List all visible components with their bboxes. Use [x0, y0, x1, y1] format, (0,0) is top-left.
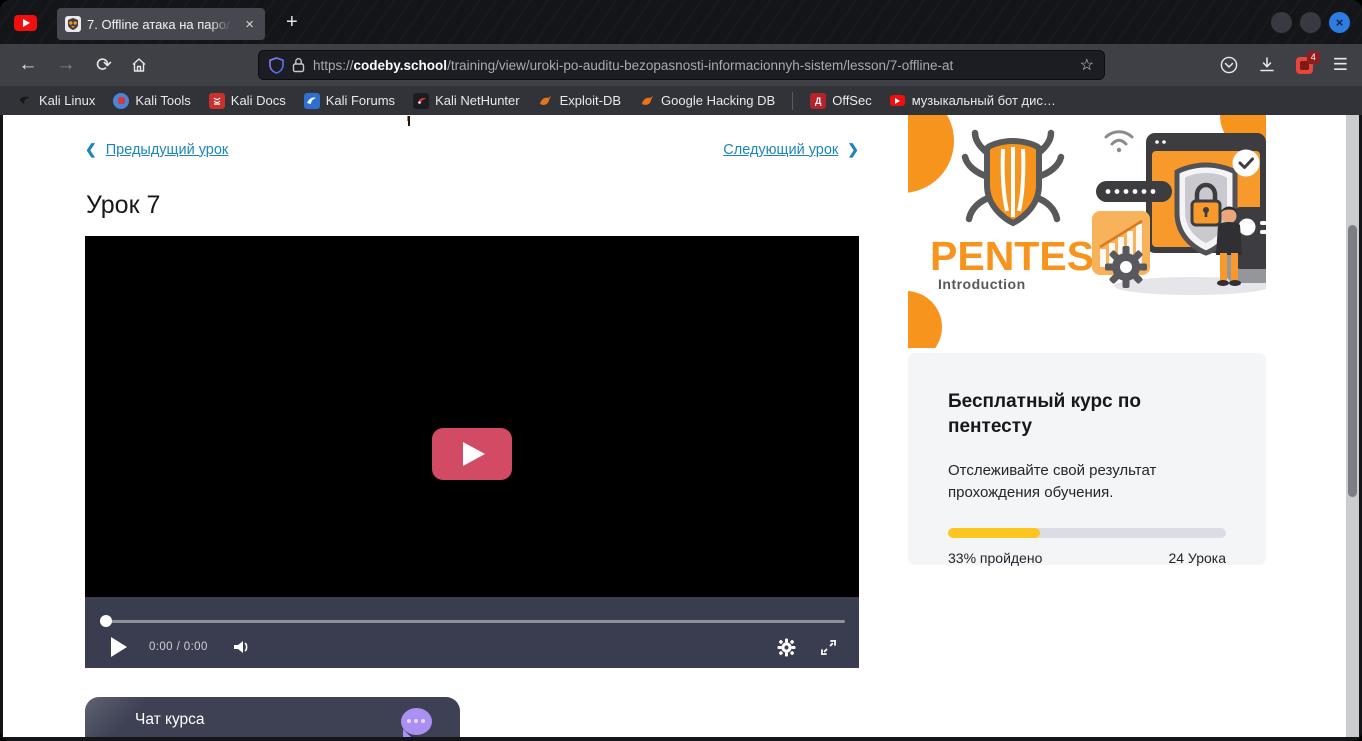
seek-bar[interactable]	[100, 620, 845, 623]
kali-docs-icon	[209, 93, 225, 109]
spider-shield-logo	[965, 133, 1061, 223]
tracking-protection-shield-icon[interactable]	[269, 57, 284, 74]
menu-hamburger-icon[interactable]: ☰	[1333, 55, 1348, 75]
progress-fill	[948, 528, 1040, 538]
bookmark-kali-forums[interactable]: Kali Forums	[297, 90, 402, 112]
settings-gear-icon[interactable]	[777, 638, 796, 657]
time-display: 0:00 / 0:00	[149, 641, 208, 653]
bookmark-kali-linux[interactable]: Kali Linux	[10, 90, 102, 112]
prev-lesson-link[interactable]: ❮ Предыдущий урок	[85, 141, 228, 158]
close-button[interactable]: ×	[1329, 12, 1350, 33]
course-card-description: Отслеживайте свой результат прохождения …	[948, 460, 1226, 504]
course-progress-card: Бесплатный курс по пентесту Отслеживайте…	[908, 353, 1266, 565]
scrollbar-thumb[interactable]	[1348, 225, 1357, 497]
svg-text:Introduction: Introduction	[938, 276, 1026, 292]
security-illustration	[1092, 132, 1266, 295]
browser-window: 7. Offline атака на пароли × + × ← → ⟳	[0, 0, 1362, 741]
kali-forums-icon	[304, 93, 320, 109]
kali-tools-icon	[113, 93, 129, 109]
fullscreen-icon[interactable]	[820, 639, 837, 656]
youtube-icon	[890, 93, 906, 109]
bookmark-exploit-db[interactable]: Exploit-DB	[531, 90, 628, 112]
codeby-favicon	[65, 16, 81, 32]
pocket-icon[interactable]	[1220, 56, 1238, 74]
tab-title: 7. Offline атака на пароли	[87, 17, 236, 32]
bookmark-google-hacking-db[interactable]: Google Hacking DB	[632, 90, 782, 112]
pentest-banner: PENTEST Introduction	[908, 115, 1266, 348]
video-player[interactable]	[85, 236, 859, 597]
bookmarks-bar: Kali Linux Kali Tools Kali Docs Kali For…	[0, 86, 1362, 115]
clipped-text-fragment	[408, 116, 410, 126]
home-button[interactable]	[130, 56, 154, 74]
exploit-db-icon	[538, 93, 554, 109]
bookmark-kali-tools[interactable]: Kali Tools	[106, 90, 197, 112]
reload-button[interactable]: ⟳	[92, 54, 116, 77]
bookmarks-separator	[792, 92, 793, 110]
page-content: ❮ Предыдущий урок Следующий урок ❯ Урок …	[3, 115, 1346, 737]
big-play-button[interactable]	[432, 428, 512, 480]
kali-nethunter-icon	[413, 93, 429, 109]
google-hacking-db-icon	[639, 93, 655, 109]
tab-close-icon[interactable]: ×	[242, 16, 257, 33]
page-scrollbar[interactable]	[1346, 115, 1359, 737]
minimize-button[interactable]	[1271, 12, 1292, 33]
bookmark-kali-nethunter[interactable]: Kali NetHunter	[406, 90, 527, 112]
play-button[interactable]	[111, 637, 127, 657]
chevron-right-icon: ❯	[847, 141, 859, 158]
forward-button[interactable]: →	[54, 54, 78, 76]
page-title: Урок 7	[86, 191, 160, 220]
maximize-button[interactable]	[1300, 12, 1321, 33]
chevron-left-icon: ❮	[85, 141, 97, 158]
chat-title: Чат курса	[135, 711, 205, 729]
bookmark-kali-docs[interactable]: Kali Docs	[202, 90, 293, 112]
svg-text:PENTEST: PENTEST	[930, 233, 1119, 279]
next-lesson-link[interactable]: Следующий урок ❯	[723, 141, 859, 158]
progress-bar	[948, 528, 1226, 538]
lesson-navigation: ❮ Предыдущий урок Следующий урок ❯	[85, 141, 859, 158]
offsec-icon: Д	[810, 93, 826, 109]
url-text[interactable]: https://codeby.school/training/view/urok…	[313, 58, 1072, 73]
downloads-icon[interactable]	[1258, 56, 1276, 74]
active-tab[interactable]: 7. Offline атака на пароли ×	[57, 8, 265, 40]
bookmark-music-bot[interactable]: музыкальный бот дис…	[883, 90, 1063, 112]
bookmark-offsec[interactable]: Д OffSec	[803, 90, 879, 112]
sidebar: PENTEST Introduction	[908, 115, 1266, 348]
progress-percent-label: 33% пройдено	[948, 550, 1042, 566]
new-tab-button[interactable]: +	[286, 11, 298, 34]
extension-badge: 4	[1307, 51, 1320, 64]
lessons-count-label: 24 Урока	[1168, 550, 1226, 566]
youtube-pinned-tab-icon[interactable]	[14, 15, 37, 31]
window-controls: ×	[1271, 12, 1350, 33]
url-bar[interactable]: https://codeby.school/training/view/urok…	[258, 50, 1105, 80]
kali-linux-icon	[17, 93, 33, 109]
chat-bubble-icon[interactable]	[401, 708, 432, 735]
seek-thumb[interactable]	[100, 615, 112, 627]
volume-icon[interactable]	[232, 638, 252, 656]
course-chat-widget[interactable]: Чат курса	[85, 697, 460, 737]
titlebar: 7. Offline атака на пароли × + ×	[0, 0, 1362, 44]
navigation-toolbar: ← → ⟳ https://codeby.school/training/vie…	[0, 44, 1362, 86]
back-button[interactable]: ←	[16, 54, 40, 76]
bookmark-star-icon[interactable]: ☆	[1080, 55, 1094, 75]
course-card-title: Бесплатный курс по пентесту	[948, 389, 1226, 439]
extension-icon[interactable]: 4	[1296, 57, 1313, 74]
lock-icon	[292, 57, 305, 73]
video-controls-bar: 0:00 / 0:00	[85, 597, 859, 668]
